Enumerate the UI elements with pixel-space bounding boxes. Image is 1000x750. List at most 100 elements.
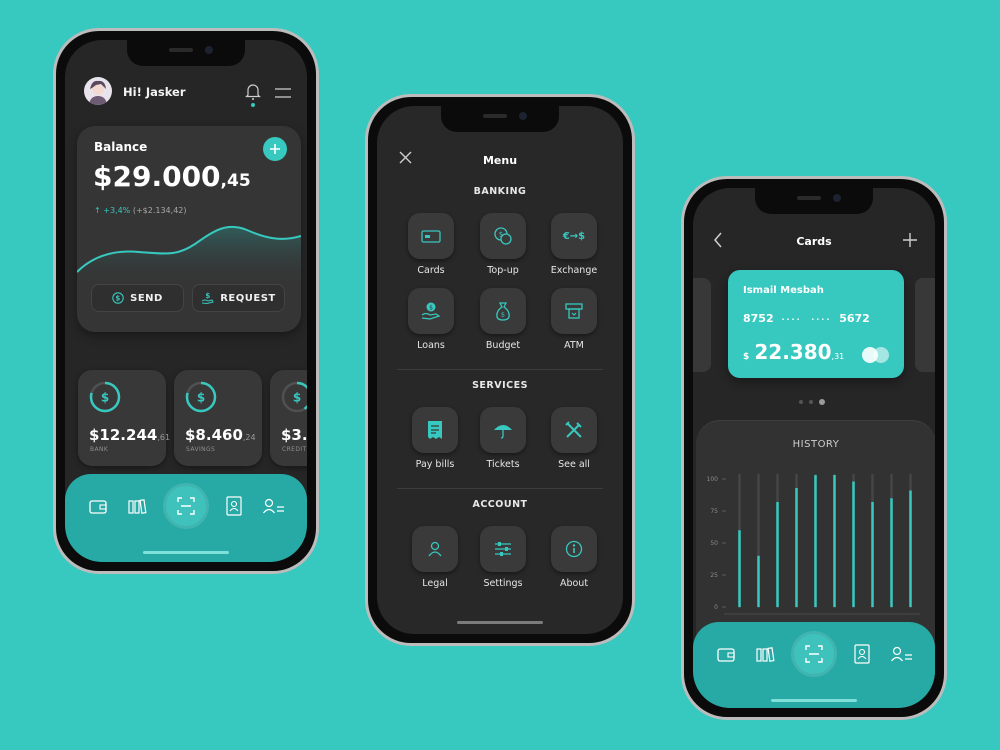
profile-list-icon[interactable]: [891, 646, 913, 662]
history-title: HISTORY: [792, 439, 840, 450]
menu-item-label: Loans: [417, 340, 445, 351]
menu-item-label: About: [559, 578, 589, 589]
history-bar-chart: 0 25 50 75 100: [707, 473, 920, 615]
dollar-circle-icon: $: [112, 292, 124, 304]
y-tick-label: 100: [707, 476, 719, 483]
cards-screen: Cards Ismail Mesbah 8752 ···· ···· 5672 …: [693, 188, 935, 708]
scan-button[interactable]: [166, 486, 206, 526]
accounts-row: $ $12.244,61 BANK $ $8.460,24 SAVINGS $ …: [78, 370, 307, 470]
balance-amount: $29.000,45: [93, 160, 251, 193]
section-title-banking: BANKING: [473, 186, 527, 197]
tools-icon: [565, 421, 582, 438]
scan-button[interactable]: [794, 634, 834, 674]
svg-text:$: $: [197, 391, 205, 405]
add-button[interactable]: [263, 137, 287, 161]
exchange-icon: €→$: [562, 230, 586, 242]
svg-text:$: $: [501, 311, 505, 319]
menu-screen: Menu BANKING Cards $ Top-up €→$ Exchange…: [377, 106, 623, 634]
account-amount: $3.2: [281, 426, 307, 444]
home-screen: Hi! Jasker Balance $29.000,45 ↑ +3,4% (+…: [65, 40, 307, 562]
prev-card-peek[interactable]: [693, 278, 711, 372]
menu-item-legal[interactable]: [412, 526, 458, 572]
menu-item-see-all[interactable]: [551, 407, 597, 453]
svg-text:$: $: [429, 305, 433, 312]
phone-cards: Cards Ismail Mesbah 8752 ···· ···· 5672 …: [681, 176, 947, 720]
hand-dollar-icon: $: [201, 292, 214, 304]
section-title-account: ACCOUNT: [472, 499, 528, 510]
menu-item-label: ATM: [564, 340, 584, 351]
carousel-dots[interactable]: [799, 399, 825, 405]
menu-item-cards[interactable]: [408, 213, 454, 259]
menu-title: Menu: [482, 154, 518, 167]
notch: [441, 106, 559, 132]
home-indicator: [457, 621, 543, 624]
menu-item-settings[interactable]: [480, 526, 526, 572]
account-label: SAVINGS: [186, 446, 216, 453]
account-card-credit[interactable]: $ $3.2 CREDIT: [270, 370, 307, 466]
money-bag-icon: $: [496, 302, 510, 321]
books-icon[interactable]: [128, 499, 148, 514]
cards-title: Cards: [796, 235, 832, 248]
menu-item-label: Tickets: [486, 459, 520, 470]
add-card-icon[interactable]: [903, 233, 917, 247]
profile-list-icon[interactable]: [263, 498, 285, 514]
bell-icon[interactable]: [245, 82, 261, 104]
home-indicator: [143, 551, 229, 554]
account-card-bank[interactable]: $ $12.244,61 BANK: [78, 370, 170, 466]
menu-item-label: Exchange: [550, 265, 598, 276]
account-label: BANK: [90, 446, 109, 453]
balance-main: $29.000: [93, 160, 221, 193]
menu-item-pay-bills[interactable]: [412, 407, 458, 453]
account-amount: $8.460,24: [185, 426, 256, 444]
loan-icon: $: [421, 302, 441, 320]
bottom-nav: [693, 622, 935, 708]
menu-item-topup[interactable]: $: [480, 213, 526, 259]
menu-item-tickets[interactable]: [480, 407, 526, 453]
menu-item-atm[interactable]: [551, 288, 597, 334]
info-icon: [565, 540, 583, 558]
menu-item-label: Top-up: [487, 265, 519, 276]
card-number: 8752 ···· ···· 5672: [743, 312, 870, 325]
send-button[interactable]: $ SEND: [91, 284, 184, 312]
svg-text:$: $: [499, 231, 503, 239]
plus-icon: [270, 144, 280, 154]
contacts-book-icon[interactable]: [225, 496, 243, 516]
books-icon[interactable]: [756, 647, 776, 662]
account-card-savings[interactable]: $ $8.460,24 SAVINGS: [174, 370, 262, 466]
menu-item-exchange[interactable]: €→$: [551, 213, 597, 259]
y-tick-label: 75: [710, 508, 718, 515]
next-card-peek[interactable]: [915, 278, 935, 372]
greeting: Hi! Jasker: [123, 85, 186, 99]
menu-item-budget[interactable]: $: [480, 288, 526, 334]
menu-item-label: See all: [558, 459, 590, 470]
wallet-icon[interactable]: [717, 648, 735, 662]
wallet-icon[interactable]: [89, 500, 107, 514]
notch: [755, 188, 873, 214]
divider: [397, 369, 603, 370]
menu-item-about[interactable]: [551, 526, 597, 572]
card-network-logo-icon: [862, 347, 890, 363]
request-button[interactable]: $ REQUEST: [192, 284, 285, 312]
bill-icon: [428, 421, 442, 439]
bottom-nav: [65, 474, 307, 562]
sliders-icon: [495, 542, 511, 556]
card-balance: $ 22.380,31: [743, 340, 845, 364]
balance-cents: ,45: [220, 171, 251, 191]
card-icon: [421, 229, 441, 243]
svg-text:$: $: [206, 292, 211, 300]
menu-item-label: Budget: [485, 340, 521, 351]
phone-menu: Menu BANKING Cards $ Top-up €→$ Exchange…: [365, 94, 635, 646]
y-tick-label: 0: [714, 604, 718, 611]
scan-icon: [177, 497, 195, 515]
dollar-ring-icon: $: [281, 381, 307, 413]
credit-card[interactable]: Ismail Mesbah 8752 ···· ···· 5672 $ 22.3…: [728, 270, 904, 378]
avatar[interactable]: [84, 77, 112, 105]
notification-dot: [251, 103, 255, 107]
menu-item-loans[interactable]: $: [408, 288, 454, 334]
hamburger-menu-icon[interactable]: [275, 84, 291, 103]
contacts-book-icon[interactable]: [853, 644, 871, 664]
account-label: CREDIT: [282, 446, 307, 453]
atm-icon: [565, 303, 583, 319]
phone-home: Hi! Jasker Balance $29.000,45 ↑ +3,4% (+…: [53, 28, 319, 574]
send-label: SEND: [130, 292, 163, 304]
